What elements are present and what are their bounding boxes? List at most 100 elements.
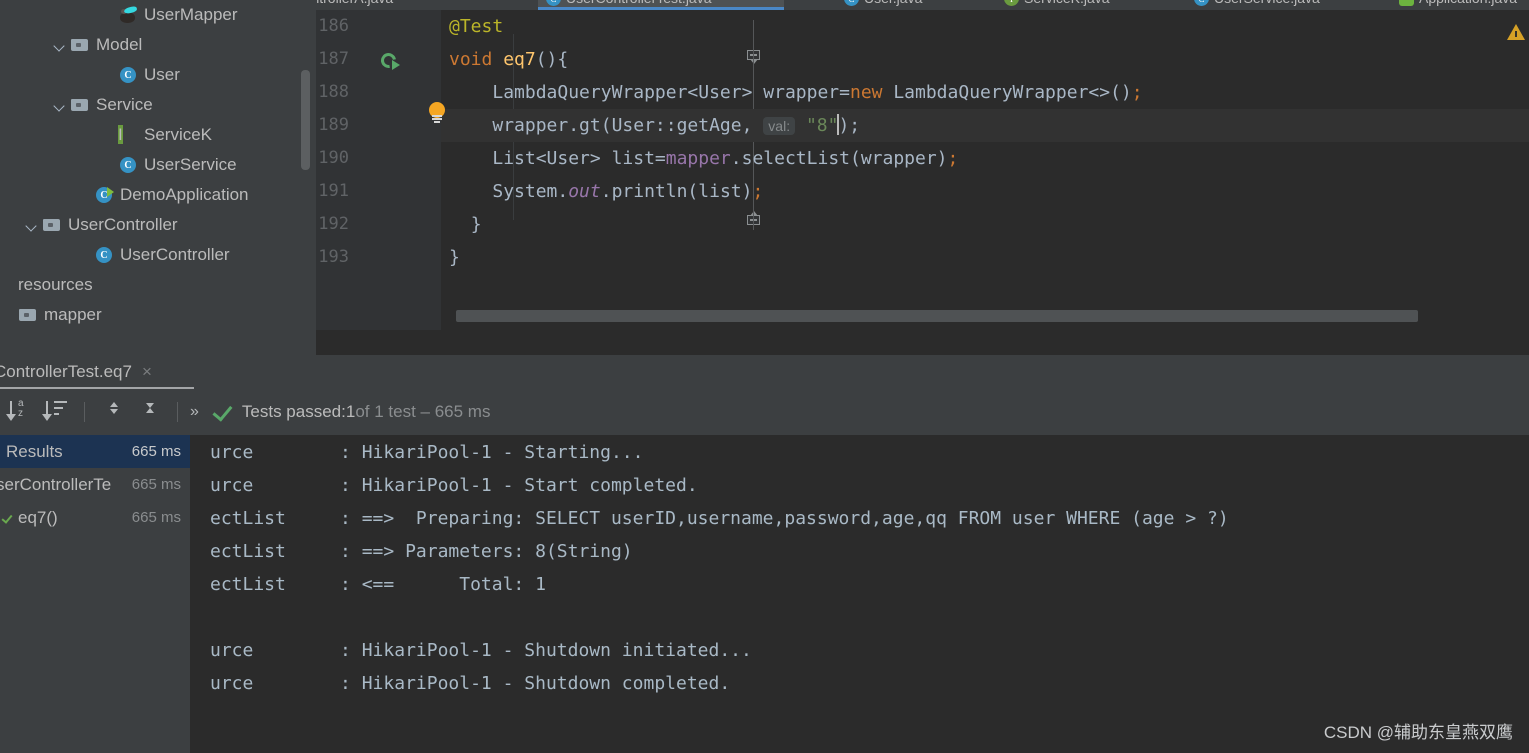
project-tree-item[interactable]: UserMapper [0,0,316,30]
project-tree-item-label: UserMapper [144,5,238,24]
code-line-193[interactable]: } [441,241,1529,274]
project-tree-item[interactable]: C UserController [0,240,316,270]
code-line-192[interactable]: } [441,208,1529,241]
editor-tab-label: Application.java [1419,0,1517,6]
test-status-count: 1 [345,402,356,421]
code-text-area[interactable]: @Test void eq7(){ LambdaQueryWrapper<Use… [441,10,1529,330]
code-line-186[interactable]: @Test [441,10,1529,43]
test-runner-tab-strip[interactable]: ControllerTest.eq7 × [0,355,1529,389]
interface-icon: I [118,125,123,144]
close-icon[interactable]: × [142,362,152,382]
mybatis-mapper-icon [118,5,138,25]
project-tree-item[interactable]: UserController [0,210,316,240]
console-line: urce : HikariPool-1 - Shutdown completed… [210,673,731,694]
test-tree-row[interactable]: serControllerTe 665 ms [0,468,190,501]
project-tree-panel[interactable]: UserMapper Model C User Service I ServiceK C Use… [0,0,316,355]
project-tree-item[interactable]: Model [0,30,316,60]
test-duration: 665 ms [131,476,181,493]
test-tree-row[interactable]: Results 665 ms [0,435,190,468]
line-number: 189 [318,115,349,135]
lightbulb-icon[interactable] [427,102,447,124]
project-tree-item[interactable]: I ServiceK [0,120,316,150]
code-line-189[interactable]: wrapper.gt(User::getAge, val: "8"); [441,109,1529,142]
line-number: 188 [318,82,349,102]
toolbar-separator-1 [84,402,85,422]
folder-icon [42,215,62,235]
expand-all-icon[interactable] [99,397,129,427]
class-icon: C [118,155,138,175]
method-signature-tail: (){ [535,49,569,70]
chevron-down-icon[interactable] [52,37,68,53]
editor-horizontal-scrollbar[interactable] [456,310,1418,322]
project-tree-item[interactable]: C User [0,60,316,90]
toolbar-overflow-button[interactable]: » [190,403,199,421]
test-tree-row[interactable]: eq7() 665 ms [0,501,190,534]
console-line: ectList : ==> Parameters: 8(String) [210,541,633,562]
gt-call-head: wrapper.gt(User::getAge, [492,115,764,136]
test-status-line: Tests passed: 1 of 1 test – 665 ms [212,400,490,422]
idea-window: UserMapper Model C User Service I ServiceK C Use… [0,0,1529,753]
class-icon: C [118,65,138,85]
closing-brace-method: } [470,214,482,235]
select-list-call: .selectList(wrapper) [730,148,948,169]
project-tree[interactable]: UserMapper Model C User Service I ServiceK C Use… [0,0,316,330]
closing-brace-class: } [449,247,460,268]
code-line-191[interactable]: System.out.println(list); [441,175,1529,208]
test-run-tab[interactable]: ControllerTest.eq7 × [0,357,152,387]
annotation-test: @Test [449,16,504,37]
keyword-new: new [849,82,883,103]
editor-tab[interactable]: Application.java [1391,0,1529,8]
project-tree-item[interactable]: Service [0,90,316,120]
sort-alphabetically-icon[interactable]: az [6,397,36,427]
editor-tab-label: User.java [864,0,922,6]
code-line-188[interactable]: LambdaQueryWrapper<User> wrapper=new Lam… [441,76,1529,109]
sort-by-duration-icon[interactable] [42,397,72,427]
editor-tab-label: UserService.java [1214,0,1320,6]
project-tree-item-label: mapper [44,305,102,324]
editor-gutter[interactable]: 186 187 188 189 190 191 192 193 [316,10,760,330]
test-duration: 665 ms [131,443,181,460]
project-tree-item[interactable]: resources [0,270,316,300]
project-tree-item[interactable]: mapper [0,300,316,330]
chevron-down-icon[interactable] [24,217,40,233]
parameter-hint-val: val: [763,117,796,135]
code-line-190[interactable]: List<User> list=mapper.selectList(wrappe… [441,142,1529,175]
test-results-tree[interactable]: Results 665 ms serControllerTe 665 ms eq7() 6… [0,435,190,753]
println-call: .println(list) [600,181,753,202]
toolbar-separator-2 [177,402,178,422]
editor-tab[interactable]: C User.java [836,0,966,8]
java-iface-icon: I [1004,0,1019,6]
spring-boot-icon [1399,0,1414,6]
folder-icon [70,35,90,55]
console-line: ectList : ==> Preparing: SELECT userID,u… [210,508,1229,529]
keyword-void: void [449,49,493,70]
system-prefix: System. [492,181,569,202]
run-test-icon[interactable] [378,50,402,74]
editor-tab[interactable]: CUserControllerA.java [316,0,476,8]
project-tree-item[interactable]: C DemoApplication [0,180,316,210]
code-editor[interactable]: CUserControllerA.javaCUserControllerTest… [316,0,1529,355]
test-tree-row-label: serControllerTe [0,474,112,494]
editor-tab-bar[interactable]: CUserControllerA.javaCUserControllerTest… [316,0,1529,10]
project-tree-item[interactable]: C UserService [0,150,316,180]
code-line-187[interactable]: void eq7(){ [441,43,1529,76]
line-number: 192 [318,214,349,234]
test-tree-row-label: Results [6,441,63,461]
chevron-down-icon[interactable] [52,97,68,113]
console-line: urce : HikariPool-1 - Shutdown initiated… [210,640,752,661]
editor-tab[interactable]: C UserService.java [1186,0,1366,8]
test-tree-row-label: eq7() [18,507,58,527]
test-runner-toolbar[interactable]: az » Tests passed: 1 of 1 test – 665 ms [0,391,1529,433]
editor-tab-label: ServiceK.java [1024,0,1110,6]
csdn-watermark: CSDN @辅助东皇燕双鹰 [1323,723,1513,742]
line-number: 187 [318,49,349,69]
editor-tab[interactable]: I ServiceK.java [996,0,1156,8]
collapse-all-icon[interactable] [135,397,165,427]
test-run-tab-label: ControllerTest.eq7 [0,362,132,381]
line-number: 191 [318,181,349,201]
test-console-output[interactable]: urce : HikariPool-1 - Starting... urce : … [193,435,1529,753]
java-class-icon: C [546,0,561,6]
